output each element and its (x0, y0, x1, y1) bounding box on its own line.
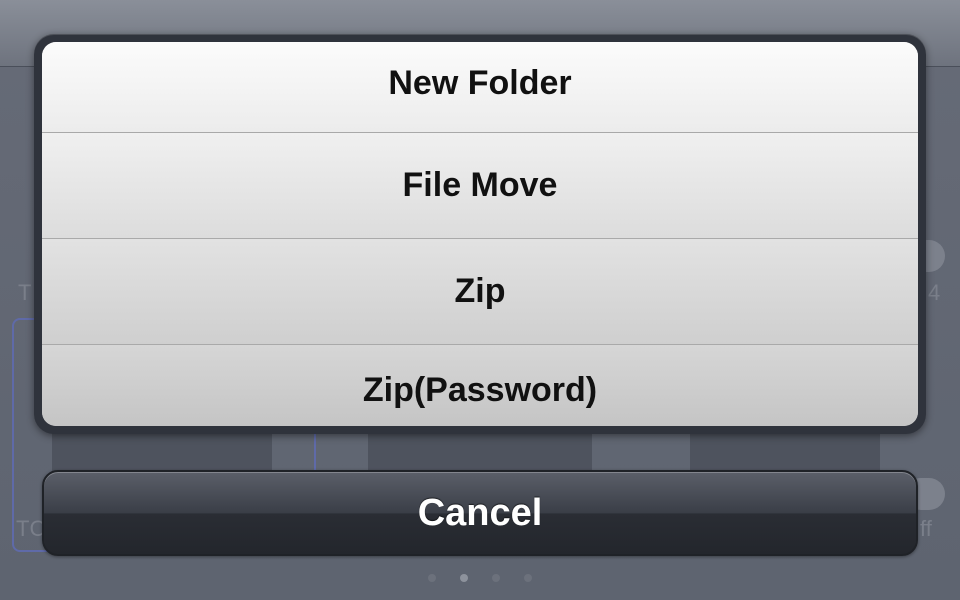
zip-button[interactable]: Zip (42, 239, 918, 345)
page-indicator-dot-active (460, 574, 468, 582)
action-sheet-options: New Folder File Move Zip Zip(Password) (42, 42, 918, 426)
page-indicator-dot (492, 574, 500, 582)
background-label-fragment: TC (16, 516, 46, 541)
background-label-fragment: ff (920, 516, 932, 541)
background-label-fragment: T (18, 280, 32, 305)
page-indicator-dot (428, 574, 436, 582)
new-folder-button[interactable]: New Folder (42, 42, 918, 133)
screen: T 4 TC ff New Folder File Move Zip Zip(P… (0, 0, 960, 600)
action-sheet: New Folder File Move Zip Zip(Password) (34, 34, 926, 434)
zip-password-button[interactable]: Zip(Password) (42, 345, 918, 426)
file-move-button[interactable]: File Move (42, 133, 918, 239)
background-label-fragment: 4 (928, 280, 941, 305)
page-indicator-dot (524, 574, 532, 582)
cancel-button[interactable]: Cancel (42, 470, 918, 556)
